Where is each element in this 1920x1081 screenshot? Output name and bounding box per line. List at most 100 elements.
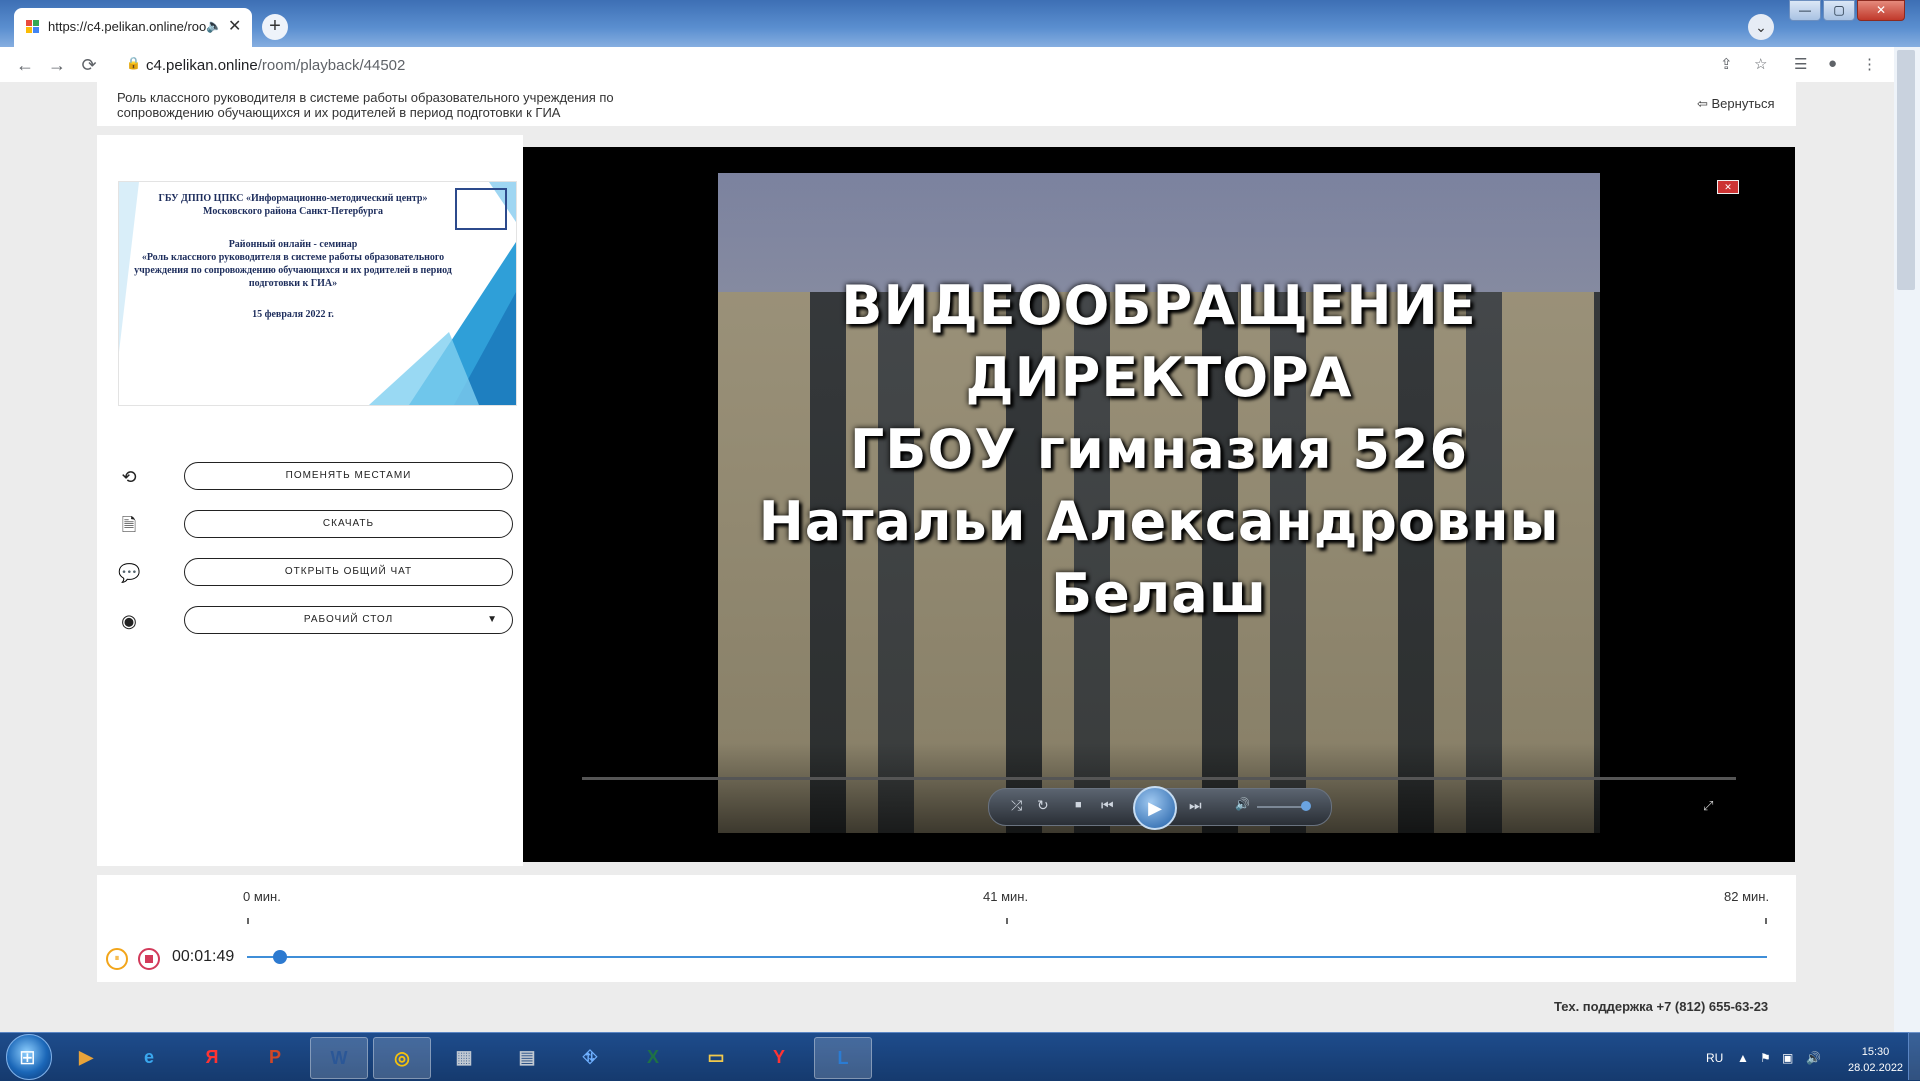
favicon-icon bbox=[26, 20, 40, 34]
caption-line: ВИДЕООБРАЩЕНИЕ bbox=[841, 274, 1477, 337]
language-indicator[interactable]: RU bbox=[1706, 1051, 1723, 1065]
minimize-button[interactable]: — bbox=[1789, 0, 1821, 21]
caption-line: ДИРЕКТОРА bbox=[965, 346, 1353, 409]
internet-explorer-icon[interactable]: e bbox=[121, 1037, 177, 1077]
download-button[interactable]: СКАЧАТЬ bbox=[184, 510, 513, 538]
chat-bubble-icon: 💬 bbox=[118, 563, 141, 583]
tab-search-button[interactable]: ⌄ bbox=[1748, 14, 1774, 40]
share-icon[interactable]: ⇪ bbox=[1720, 55, 1733, 73]
clock-time: 15:30 bbox=[1861, 1046, 1890, 1058]
slide-topic: «Роль классного руководителя в системе р… bbox=[134, 252, 452, 289]
lync-icon[interactable]: L bbox=[814, 1037, 872, 1079]
next-icon[interactable]: ⏭ bbox=[1189, 797, 1202, 814]
video-close-icon[interactable]: ✕ bbox=[1717, 180, 1739, 194]
yandex-browser-icon[interactable]: Я bbox=[184, 1037, 240, 1077]
page-title: Роль классного руководителя в системе ра… bbox=[117, 90, 614, 120]
scrollbar-thumb[interactable] bbox=[1897, 50, 1915, 290]
show-desktop-button[interactable] bbox=[1908, 1032, 1920, 1080]
windows-logo-icon: ⊞ bbox=[19, 1047, 36, 1069]
shuffle-icon[interactable]: ⤮ bbox=[1011, 797, 1022, 814]
speaker-icon[interactable]: 🔈 bbox=[206, 18, 222, 34]
volume-tray-icon[interactable]: 🔊 bbox=[1806, 1051, 1821, 1065]
slide-date: 15 февраля 2022 г. bbox=[252, 309, 334, 320]
browser-tab[interactable]: https://c4.pelikan.online/roo 🔈 ✕ bbox=[14, 8, 252, 47]
bookmark-star-icon[interactable]: ☆ bbox=[1754, 55, 1767, 73]
network-tray-icon[interactable]: ▣ bbox=[1782, 1051, 1793, 1065]
timeline-track[interactable] bbox=[247, 956, 1767, 958]
network-icon[interactable]: ⛗ bbox=[562, 1037, 618, 1077]
presentation-slide[interactable]: ГБУ ДППО ЦПКС «Информационно-методически… bbox=[118, 181, 517, 406]
timeline-label-start: 0 мин. bbox=[243, 889, 281, 904]
tab-title: https://c4.pelikan.online/roo bbox=[48, 19, 207, 34]
video-seek-bar[interactable] bbox=[582, 777, 1736, 780]
window-close-button[interactable]: ✕ bbox=[1857, 0, 1905, 21]
reading-list-icon[interactable]: ☰ bbox=[1794, 55, 1807, 73]
desktop-dropdown[interactable]: РАБОЧИЙ СТОЛ ▼ bbox=[184, 606, 513, 634]
slide-org: ГБУ ДППО ЦПКС «Информационно-методически… bbox=[158, 193, 428, 217]
media-player-icon[interactable]: ▶ bbox=[58, 1037, 114, 1077]
webcam-icon: ◉ bbox=[121, 611, 137, 631]
support-phone: Тех. поддержка +7 (812) 655-63-23 bbox=[1554, 999, 1769, 1014]
playback-timeline bbox=[97, 875, 1796, 982]
timeline-label-end: 82 мин. bbox=[1724, 889, 1770, 904]
word-icon[interactable]: W bbox=[310, 1037, 368, 1079]
start-button[interactable]: ⊞ bbox=[6, 1034, 52, 1080]
exit-icon: ⇦ bbox=[1697, 96, 1712, 111]
timeline-label-mid: 41 мин. bbox=[983, 889, 1029, 904]
explorer-folder-icon[interactable]: ▭ bbox=[688, 1037, 744, 1077]
tray-arrow-icon[interactable]: ▲ bbox=[1737, 1051, 1749, 1065]
timeline-tick bbox=[247, 918, 249, 924]
reload-button[interactable]: ⟳ bbox=[76, 52, 102, 78]
profile-icon[interactable]: ● bbox=[1828, 55, 1837, 72]
fullscreen-icon[interactable]: ⤢ bbox=[1703, 798, 1713, 814]
scanner-icon[interactable]: ▤ bbox=[499, 1037, 555, 1077]
volume-icon[interactable]: 🔊 bbox=[1235, 797, 1250, 811]
desktop-dropdown-label: РАБОЧИЙ СТОЛ bbox=[303, 614, 394, 625]
window-controls: — ▢ ✕ bbox=[1787, 0, 1905, 22]
stop-button[interactable] bbox=[138, 948, 160, 970]
pause-button[interactable]: ⏸ bbox=[106, 948, 128, 970]
back-link[interactable]: ⇦ Вернуться bbox=[1697, 96, 1775, 112]
volume-knob[interactable] bbox=[1301, 801, 1311, 811]
video-caption: ВИДЕООБРАЩЕНИЕ ДИРЕКТОРА ГБОУ гимназия 5… bbox=[718, 270, 1600, 630]
address-bar[interactable]: 🔒 c4.pelikan.online/room/playback/44502 bbox=[116, 51, 1756, 79]
forward-button[interactable]: → bbox=[44, 52, 70, 78]
tab-close-icon[interactable]: ✕ bbox=[228, 16, 241, 36]
caption-line: ГБОУ гимназия 526 bbox=[849, 418, 1469, 481]
current-time: 00:01:49 bbox=[172, 948, 235, 965]
powerpoint-icon[interactable]: P bbox=[247, 1037, 303, 1077]
url-path: /room/playback/44502 bbox=[257, 57, 406, 74]
address-toolbar: ← → ⟳ 🔒 c4.pelikan.online/room/playback/… bbox=[0, 47, 1894, 83]
clock-date: 28.02.2022 bbox=[1848, 1062, 1904, 1074]
caption-line: Натальи Александровны bbox=[758, 490, 1560, 553]
swap-icon: ⟲ bbox=[121, 467, 137, 487]
back-label: Вернуться bbox=[1711, 96, 1775, 111]
slide-event: Районный онлайн - семинар bbox=[228, 239, 358, 250]
swap-button[interactable]: ПОМЕНЯТЬ МЕСТАМИ bbox=[184, 462, 513, 490]
timeline-tick bbox=[1006, 918, 1008, 924]
new-tab-button[interactable]: + bbox=[262, 14, 288, 40]
stop-icon[interactable]: ■ bbox=[1075, 799, 1082, 811]
browser-menu-icon[interactable]: ⋮ bbox=[1862, 55, 1877, 73]
lock-icon[interactable]: 🔒 bbox=[126, 56, 141, 70]
maximize-button[interactable]: ▢ bbox=[1823, 0, 1855, 21]
calculator-icon[interactable]: ▦ bbox=[436, 1037, 492, 1077]
system-clock[interactable]: 15:30 28.02.2022 bbox=[1848, 1044, 1903, 1076]
chrome-icon[interactable]: ◎ bbox=[373, 1037, 431, 1079]
organization-logo bbox=[455, 188, 507, 230]
back-button[interactable]: ← bbox=[12, 52, 38, 78]
play-button[interactable]: ▶ bbox=[1133, 786, 1177, 830]
room-header: Роль классного руководителя в системе ра… bbox=[97, 82, 1796, 126]
previous-icon[interactable]: ⏮ bbox=[1101, 797, 1114, 814]
stop-square-icon bbox=[145, 955, 153, 963]
browser-tab-strip bbox=[0, 0, 1920, 47]
repeat-icon[interactable]: ↻ bbox=[1037, 797, 1049, 814]
url-text[interactable]: c4.pelikan.online/room/playback/44502 bbox=[146, 57, 405, 74]
action-center-flag-icon[interactable]: ⚑ bbox=[1760, 1051, 1771, 1065]
excel-icon[interactable]: X bbox=[625, 1037, 681, 1077]
url-host: c4.pelikan.online bbox=[146, 57, 258, 74]
slide-text: ГБУ ДППО ЦПКС «Информационно-методически… bbox=[133, 192, 453, 321]
open-chat-button[interactable]: ОТКРЫТЬ ОБЩИЙ ЧАТ bbox=[184, 558, 513, 586]
yandex-icon[interactable]: Y bbox=[751, 1037, 807, 1077]
video-controls: ⤮ ↻ ■ ⏮ ▶ ⏭ 🔊 bbox=[988, 786, 1332, 830]
